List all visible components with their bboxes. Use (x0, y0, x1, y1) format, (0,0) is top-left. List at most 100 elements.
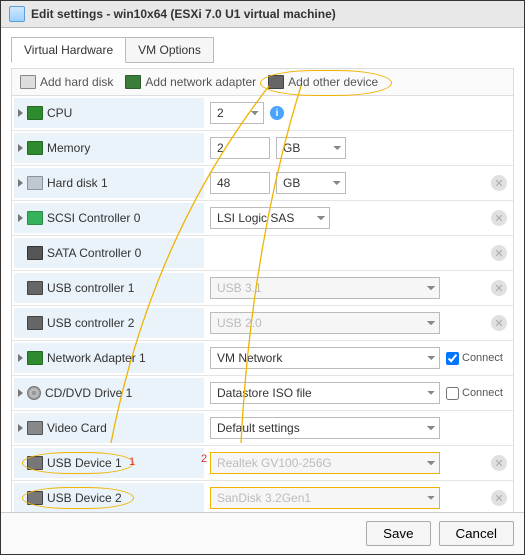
add-nic-label: Add network adapter (145, 75, 256, 89)
usb-device-icon (27, 491, 43, 505)
usb-icon (27, 281, 43, 295)
remove-scsi-icon[interactable]: ✕ (491, 210, 507, 226)
add-hard-disk-label: Add hard disk (40, 75, 113, 89)
titlebar: Edit settings - win10x64 (ESXi 7.0 U1 vi… (1, 1, 524, 28)
expand-icon (18, 179, 23, 187)
remove-disk-icon[interactable]: ✕ (491, 175, 507, 191)
video-select[interactable]: Default settings (210, 417, 440, 439)
disk-size-input[interactable] (210, 172, 270, 194)
row-usbctl2-label[interactable]: USB controller 2 (14, 308, 204, 338)
row-cpu-label[interactable]: CPU (14, 98, 204, 128)
memory-icon (27, 141, 43, 155)
cpu-icon (27, 106, 43, 120)
cd-connect-checkbox[interactable]: Connect (446, 387, 503, 400)
row-cd-dvd-drive-1: CD/DVD Drive 1 Datastore ISO file Connec… (12, 376, 513, 411)
row-sata-label[interactable]: SATA Controller 0 (14, 238, 204, 268)
row-memory: Memory GB (12, 131, 513, 166)
cd-icon (27, 386, 41, 400)
row-memory-label[interactable]: Memory (14, 133, 204, 163)
expand-icon (18, 109, 23, 117)
expand-icon (18, 424, 23, 432)
cd-source-select[interactable]: Datastore ISO file (210, 382, 440, 404)
row-usb-controller-2: USB controller 2 USB 2.0 ✕ (12, 306, 513, 341)
remove-usbctl2-icon[interactable]: ✕ (491, 315, 507, 331)
usb-icon (27, 316, 43, 330)
disk-unit-select[interactable]: GB (276, 172, 346, 194)
other-device-icon (268, 75, 284, 89)
remove-sata-icon[interactable]: ✕ (491, 245, 507, 261)
memory-value-input[interactable] (210, 137, 270, 159)
add-hard-disk[interactable]: Add hard disk (20, 75, 113, 89)
connect-label: Connect (462, 352, 503, 364)
usb-device-icon (27, 456, 43, 470)
row-hard-disk-1: Hard disk 1 GB ✕ (12, 166, 513, 201)
expand-icon (18, 389, 23, 397)
remove-usbdev2-icon[interactable]: ✕ (491, 490, 507, 506)
row-usb-device-1: USB Device 1 Realtek GV100-256G ✕ (12, 446, 513, 481)
nic-network-select[interactable]: VM Network (210, 347, 440, 369)
row-network-adapter-1: Network Adapter 1 VM Network Connect (12, 341, 513, 376)
cpu-count-select[interactable]: 2 (210, 102, 264, 124)
cpu-label: CPU (47, 106, 72, 120)
row-scsi-controller-0: SCSI Controller 0 LSI Logic SAS ✕ (12, 201, 513, 236)
add-other-device[interactable]: Add other device (268, 75, 378, 89)
row-cd1-label[interactable]: CD/DVD Drive 1 (14, 378, 204, 408)
expand-icon (18, 144, 23, 152)
remove-usbdev1-icon[interactable]: ✕ (491, 455, 507, 471)
add-toolbar: Add hard disk Add network adapter Add ot… (11, 68, 514, 95)
cancel-button[interactable]: Cancel (439, 521, 515, 546)
row-usbctl1-label[interactable]: USB controller 1 (14, 273, 204, 303)
save-button[interactable]: Save (366, 521, 430, 546)
row-usb-controller-1: USB controller 1 USB 3.1 ✕ (12, 271, 513, 306)
usbctl2-label: USB controller 2 (47, 316, 134, 330)
content: Virtual Hardware VM Options Add hard dis… (1, 28, 524, 512)
expand-icon (18, 214, 23, 222)
row-sata-controller-0: SATA Controller 0 ✕ (12, 236, 513, 271)
tabs: Virtual Hardware VM Options (11, 36, 514, 62)
usbdev1-label: USB Device 1 (47, 456, 122, 470)
scsi-icon (27, 211, 43, 225)
row-hard-disk-1-label[interactable]: Hard disk 1 (14, 168, 204, 198)
row-usb-device-2: USB Device 2 SanDisk 3.2Gen1 ✕ (12, 481, 513, 512)
memory-label: Memory (47, 141, 90, 155)
cd1-label: CD/DVD Drive 1 (45, 386, 132, 400)
footer: Save Cancel (1, 512, 524, 554)
tab-virtual-hardware[interactable]: Virtual Hardware (11, 37, 126, 63)
usbdev1-select[interactable]: Realtek GV100-256G (210, 452, 440, 474)
hardware-rows: CPU 2 i Memory GB (11, 95, 514, 512)
video-icon (27, 421, 43, 435)
cd-connect-input[interactable] (446, 387, 459, 400)
remove-usbctl1-icon[interactable]: ✕ (491, 280, 507, 296)
scsi-type-select[interactable]: LSI Logic SAS (210, 207, 330, 229)
usbdev2-select[interactable]: SanDisk 3.2Gen1 (210, 487, 440, 509)
row-video-label[interactable]: Video Card (14, 413, 204, 443)
usbdev2-label: USB Device 2 (47, 491, 122, 505)
network-adapter-icon (125, 75, 141, 89)
add-network-adapter[interactable]: Add network adapter (125, 75, 256, 89)
row-usbdev2-label[interactable]: USB Device 2 (14, 483, 204, 512)
network-icon (27, 351, 43, 365)
info-icon[interactable]: i (270, 106, 284, 120)
connect-label: Connect (462, 387, 503, 399)
usbctl1-label: USB controller 1 (47, 281, 134, 295)
memory-unit-select[interactable]: GB (276, 137, 346, 159)
settings-window: Edit settings - win10x64 (ESXi 7.0 U1 vi… (0, 0, 525, 555)
video-label: Video Card (47, 421, 107, 435)
disk1-label: Hard disk 1 (47, 176, 108, 190)
sata0-label: SATA Controller 0 (47, 246, 141, 260)
sata-icon (27, 246, 43, 260)
disk-icon (27, 176, 43, 190)
usbctl1-select[interactable]: USB 3.1 (210, 277, 440, 299)
tab-vm-options[interactable]: VM Options (126, 37, 214, 63)
row-usbdev1-label[interactable]: USB Device 1 (14, 448, 204, 478)
window-title: Edit settings - win10x64 (ESXi 7.0 U1 vi… (31, 7, 336, 21)
nic-connect-input[interactable] (446, 352, 459, 365)
nic-connect-checkbox[interactable]: Connect (446, 352, 503, 365)
row-video-card: Video Card Default settings (12, 411, 513, 446)
vm-icon (9, 6, 25, 22)
hard-disk-icon (20, 75, 36, 89)
row-scsi-label[interactable]: SCSI Controller 0 (14, 203, 204, 233)
add-other-label: Add other device (288, 75, 378, 89)
row-nic1-label[interactable]: Network Adapter 1 (14, 343, 204, 373)
usbctl2-select[interactable]: USB 2.0 (210, 312, 440, 334)
